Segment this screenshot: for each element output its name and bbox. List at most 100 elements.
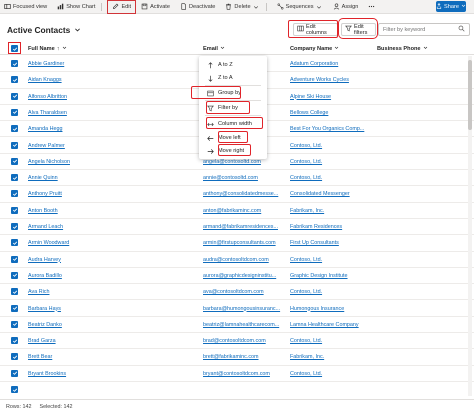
full-name-link[interactable]: Armand Leach <box>28 224 63 230</box>
full-name-link[interactable]: Barbara Hays <box>28 306 61 312</box>
company-name-link[interactable]: First Up Consultants <box>290 240 374 246</box>
full-name-link[interactable]: Amanda Hegg <box>28 126 62 132</box>
row-checkbox[interactable] <box>11 108 18 116</box>
table-row[interactable] <box>0 382 474 397</box>
company-name-link[interactable]: Adventure Works Cycles <box>290 77 374 83</box>
more-commands-button[interactable] <box>363 0 380 14</box>
company-name-link[interactable]: Contoso, Ltd. <box>290 257 374 263</box>
edit-button[interactable]: Edit <box>107 0 137 14</box>
view-title[interactable]: Active Contacts <box>7 25 81 35</box>
menu-item-z-to-a[interactable]: Z to A <box>199 72 267 84</box>
row-checkbox[interactable] <box>11 288 18 296</box>
full-name-link[interactable]: Annie Quinn <box>28 175 58 181</box>
row-checkbox[interactable] <box>11 125 18 133</box>
row-checkbox[interactable] <box>11 353 18 361</box>
full-name-link[interactable]: Angela Nicholson <box>28 159 70 165</box>
email-link[interactable]: ava@contosoltdcom.com <box>203 289 285 295</box>
table-row[interactable]: Aurora Badillo aurora@graphicdesigninstit… <box>0 268 474 285</box>
full-name-link[interactable]: Brett Bear <box>28 354 52 360</box>
row-checkbox[interactable] <box>11 320 18 328</box>
chevron-down-icon[interactable] <box>316 3 323 10</box>
company-name-link[interactable]: Consolidated Messenger <box>290 191 374 197</box>
deactivate-button[interactable]: Deactivate <box>175 0 220 14</box>
company-name-link[interactable]: Alpine Ski House <box>290 94 374 100</box>
row-checkbox[interactable] <box>11 239 18 247</box>
row-checkbox[interactable] <box>11 255 18 263</box>
email-link[interactable]: bryant@contosoltdcom.com <box>203 371 285 377</box>
focused-view-button[interactable]: Focused view <box>0 0 52 14</box>
table-row[interactable]: Barbara Hays barbara@humongousinsuranc...… <box>0 301 474 317</box>
company-name-link[interactable]: Contoso, Ltd. <box>290 143 374 149</box>
full-name-link[interactable]: Audra Harvey <box>28 257 61 263</box>
full-name-link[interactable]: Alfonso Albritton <box>28 94 67 100</box>
email-link[interactable]: anton@fabrikaminc.com <box>203 208 285 214</box>
chevron-down-icon[interactable] <box>253 3 260 10</box>
keyword-filter[interactable] <box>378 23 470 36</box>
table-row[interactable]: Anthony Pruitt anthony@consolidatedmesse.… <box>0 186 474 203</box>
email-link[interactable]: angela@contosoltd.com <box>203 159 285 165</box>
email-link[interactable]: brad@contosoltdcom.com <box>203 338 285 344</box>
scrollbar-thumb[interactable] <box>468 60 472 130</box>
full-name-link[interactable]: Anthony Pruitt <box>28 191 62 197</box>
email-link[interactable]: aurora@graphicdesigninstitu... <box>203 273 285 279</box>
row-checkbox[interactable] <box>11 174 18 182</box>
email-link[interactable]: beatriz@lamnahealthcarecom... <box>203 322 285 328</box>
email-link[interactable]: annie@contosoltd.com <box>203 175 285 181</box>
full-name-link[interactable]: Alva Tharaldsen <box>28 110 67 116</box>
row-checkbox[interactable] <box>11 369 18 377</box>
row-checkbox[interactable] <box>11 304 18 312</box>
company-name-link[interactable]: Best For You Organics Comp... <box>290 126 374 132</box>
column-header-company-name[interactable]: Company Name <box>290 45 339 52</box>
company-name-link[interactable]: Fabrikam, Inc. <box>290 354 374 360</box>
email-link[interactable]: barbara@humongousinsuranc... <box>203 306 285 312</box>
sequences-button[interactable]: Sequences <box>272 0 328 14</box>
edit-filters-button[interactable]: Edit filters <box>341 23 376 36</box>
menu-item-a-to-z[interactable]: A to Z <box>199 59 267 71</box>
row-checkbox[interactable] <box>11 157 18 165</box>
full-name-link[interactable]: Abbie Gardiner <box>28 61 64 67</box>
row-checkbox[interactable] <box>11 337 18 345</box>
row-checkbox[interactable] <box>11 60 18 67</box>
table-row[interactable]: Ava Rich ava@contosoltdcom.com Contoso, Lt… <box>0 284 474 301</box>
table-row[interactable]: Brett Bear brett@fabrikaminc.com Fabrikam,… <box>0 349 474 366</box>
full-name-link[interactable]: Armin Woodward <box>28 240 69 246</box>
full-name-link[interactable]: Ava Rich <box>28 289 49 295</box>
delete-button[interactable]: Delete <box>220 0 271 14</box>
email-link[interactable]: brett@fabrikaminc.com <box>203 354 285 360</box>
search-icon[interactable] <box>458 25 465 34</box>
assign-button[interactable]: Assign <box>328 0 364 14</box>
row-checkbox[interactable] <box>11 190 18 198</box>
company-name-link[interactable]: Bellows College <box>290 110 374 116</box>
share-button[interactable]: Share <box>436 1 466 12</box>
full-name-link[interactable]: Beatriz Danko <box>28 322 62 328</box>
full-name-link[interactable]: Aidan Knaggs <box>28 77 62 83</box>
full-name-link[interactable]: Aurora Badillo <box>28 273 62 279</box>
company-name-link[interactable]: Contoso, Ltd. <box>290 175 374 181</box>
column-header-full-name[interactable]: Full Name ↑ <box>28 45 67 52</box>
company-name-link[interactable]: Fabrikam Residences <box>290 224 374 230</box>
table-row[interactable]: Armin Woodward armin@firstupconsultants.c… <box>0 235 474 252</box>
table-row[interactable]: Armand Leach armand@fabrikamresidences...… <box>0 219 474 236</box>
menu-item-move-left[interactable]: Move left <box>199 132 267 144</box>
company-name-link[interactable]: Humongous Insurance <box>290 306 374 312</box>
table-row[interactable]: Anton Booth anton@fabrikaminc.com Fabrikam… <box>0 203 474 219</box>
email-link[interactable]: armand@fabrikamresidences... <box>203 224 285 230</box>
filter-keyword-input[interactable] <box>383 26 458 33</box>
company-name-link[interactable]: Adatum Corporation <box>290 61 374 67</box>
row-checkbox[interactable] <box>11 386 18 393</box>
activate-button[interactable]: Activate <box>136 0 175 14</box>
row-checkbox[interactable] <box>11 223 18 230</box>
company-name-link[interactable]: Contoso, Ltd. <box>290 289 374 295</box>
row-checkbox[interactable] <box>11 76 18 84</box>
column-header-business-phone[interactable]: Business Phone <box>377 45 428 52</box>
company-name-link[interactable]: Graphic Design Institute <box>290 273 374 279</box>
menu-item-column-width[interactable]: Column width <box>199 118 267 130</box>
menu-item-move-right[interactable]: Move right <box>199 145 267 157</box>
email-link[interactable]: armin@firstupconsultants.com <box>203 240 285 246</box>
email-link[interactable]: audra@contosoltdcom.com <box>203 257 285 263</box>
table-row[interactable]: Brad Garza brad@contosoltdcom.com Contoso,… <box>0 333 474 350</box>
table-row[interactable]: Annie Quinn annie@contosoltd.com Contoso, … <box>0 170 474 187</box>
row-checkbox[interactable] <box>11 92 18 100</box>
row-checkbox[interactable] <box>11 141 18 149</box>
edit-columns-button[interactable]: Edit columns <box>293 23 338 36</box>
